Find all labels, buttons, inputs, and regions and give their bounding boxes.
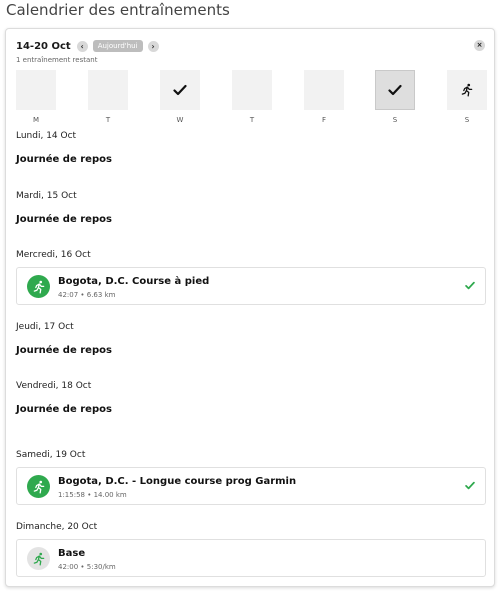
activity-title: Bogota, D.C. Course à pied [58,276,210,287]
date-heading: Mardi, 15 Oct [16,191,77,201]
activity-meta: 42:07 • 6.63 km [58,291,116,299]
activity-card[interactable]: Bogota, D.C. Course à pied 42:07 • 6.63 … [16,267,486,305]
day-letter: S [392,116,398,124]
close-icon[interactable]: × [474,40,485,51]
day-tile-sunday[interactable] [447,70,487,110]
checkmark-icon [388,84,402,96]
day-letter: T [249,116,255,124]
checkmark-icon [465,481,475,490]
day-tile-tuesday[interactable] [88,70,128,110]
rest-day-label: Journée de repos [16,404,112,415]
runner-icon [27,475,50,498]
day-letter: M [32,116,40,124]
day-letter: S [464,116,470,124]
date-heading: Samedi, 19 Oct [16,450,86,460]
activity-card[interactable]: Bogota, D.C. - Longue course prog Garmin… [16,467,486,505]
date-heading: Dimanche, 20 Oct [16,522,98,532]
today-button[interactable]: Aujourd'hui [92,40,143,52]
day-letter: T [105,116,111,124]
date-heading: Jeudi, 17 Oct [16,322,74,332]
runner-icon [27,275,50,298]
day-letter: W [176,116,184,124]
runner-icon [461,83,473,97]
page-title: Calendrier des entraînements [6,1,230,19]
week-range-label: 14-20 Oct [16,40,71,52]
rest-day-label: Journée de repos [16,214,112,225]
activity-meta: 1:15:58 • 14.00 km [58,491,127,499]
date-heading: Lundi, 14 Oct [16,131,77,141]
rest-day-label: Journée de repos [16,154,112,165]
day-tile-friday[interactable] [304,70,344,110]
day-tile-saturday[interactable] [375,70,415,110]
week-navigation: 14-20 Oct ‹ Aujourd'hui › [16,39,159,53]
runner-icon [27,547,50,570]
day-tile-wednesday[interactable] [160,70,200,110]
day-tile-monday[interactable] [16,70,56,110]
checkmark-icon [173,84,187,96]
activity-meta: 42:00 • 5:30/km [58,563,116,571]
activity-card[interactable]: Base 42:00 • 5:30/km [16,539,486,577]
date-heading: Mercredi, 16 Oct [16,250,91,260]
rest-day-label: Journée de repos [16,345,112,356]
training-calendar-card: 14-20 Oct ‹ Aujourd'hui › × 1 entraîneme… [5,28,495,587]
day-letter: F [321,116,327,124]
checkmark-icon [465,281,475,290]
date-heading: Vendredi, 18 Oct [16,381,92,391]
activity-title: Base [58,548,86,559]
chevron-left-icon[interactable]: ‹ [76,40,88,52]
chevron-right-icon[interactable]: › [147,40,159,52]
activity-title: Bogota, D.C. - Longue course prog Garmin [58,476,297,487]
remaining-workouts-text: 1 entraînement restant [16,56,98,64]
day-tile-thursday[interactable] [232,70,272,110]
